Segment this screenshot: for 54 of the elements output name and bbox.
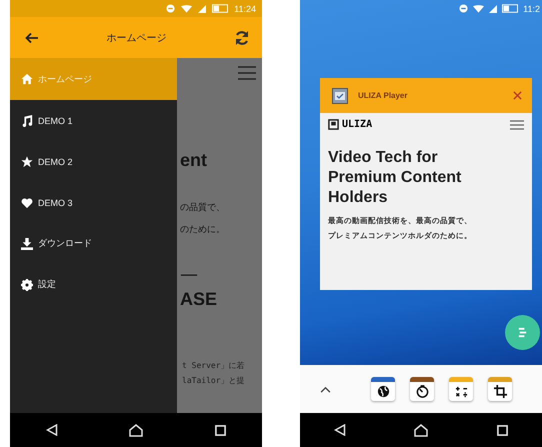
status-time: 11:24 — [234, 4, 256, 14]
drawer-item[interactable]: DEMO 2 — [10, 141, 177, 182]
wifi-icon — [473, 4, 484, 12]
calculator-app-icon[interactable] — [449, 377, 473, 401]
battery-icon — [212, 4, 228, 13]
timer-app-icon[interactable] — [410, 377, 434, 401]
recents-icon[interactable] — [215, 424, 226, 436]
wifi-icon — [181, 4, 192, 12]
home-icon[interactable] — [129, 424, 144, 436]
signal-icon — [489, 4, 498, 12]
home-icon — [21, 73, 33, 85]
app-icon — [332, 88, 348, 104]
heart-icon — [21, 196, 33, 208]
refresh-icon[interactable] — [234, 30, 250, 46]
crop-app-icon[interactable] — [488, 377, 512, 401]
star-icon — [21, 156, 33, 168]
recents-icon[interactable] — [496, 424, 508, 436]
do-not-disturb-icon — [166, 4, 176, 13]
fab-button[interactable] — [505, 315, 540, 350]
signal-icon — [198, 4, 206, 12]
app-name: ULIZA Player — [358, 91, 408, 100]
do-not-disturb-icon — [459, 4, 468, 13]
music-icon — [21, 114, 33, 126]
battery-icon — [502, 4, 518, 13]
logo-text: ULIZA — [342, 119, 374, 130]
headline: Holders — [328, 188, 389, 208]
page-text: laTailor」と提 — [182, 375, 245, 386]
headline: Premium Content — [328, 168, 462, 188]
globe-app-icon[interactable] — [371, 377, 395, 401]
back-arrow-icon[interactable] — [25, 32, 39, 44]
app-bar-title: ホームページ — [106, 32, 166, 44]
drawer-item[interactable]: DEMO 1 — [10, 100, 177, 141]
page-text: t Server」に若 — [182, 360, 245, 371]
chevron-up-icon[interactable] — [320, 386, 331, 392]
back-icon[interactable] — [334, 424, 346, 436]
menu-icon[interactable] — [238, 66, 256, 80]
page-text: の品質で、 — [180, 202, 225, 214]
drawer-item[interactable]: ダウンロード — [10, 223, 177, 264]
home-icon[interactable] — [414, 424, 428, 436]
logo-mark-icon — [328, 119, 339, 130]
drawer-item[interactable]: DEMO 3 — [10, 182, 177, 223]
close-icon[interactable] — [513, 91, 522, 100]
page-text: ASE — [180, 289, 218, 310]
drawer-item[interactable]: 設定 — [10, 264, 177, 305]
page-text: — — [180, 265, 198, 285]
back-icon[interactable] — [46, 424, 58, 436]
gear-icon — [21, 278, 33, 290]
lines-icon — [517, 327, 528, 338]
status-time: 11:2 — [523, 4, 540, 14]
page-text: ent — [180, 150, 207, 171]
headline: Video Tech for — [328, 148, 439, 168]
page-text: のために。 — [180, 224, 225, 236]
menu-icon[interactable] — [510, 120, 524, 130]
download-icon — [21, 238, 33, 250]
